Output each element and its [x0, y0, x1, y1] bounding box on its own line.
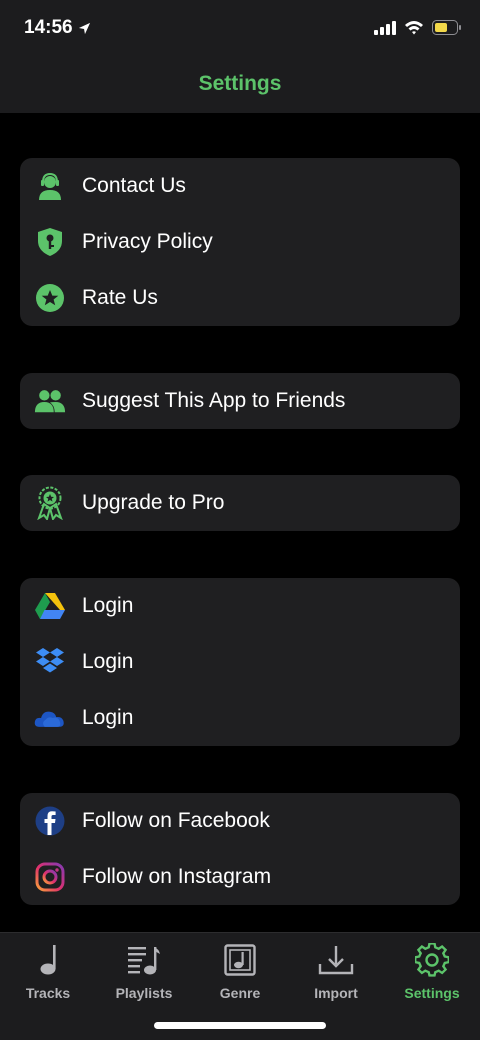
- onedrive-icon: [34, 702, 66, 734]
- upgrade-pro-row[interactable]: Upgrade to Pro: [20, 475, 460, 531]
- instagram-row[interactable]: Follow on Instagram: [20, 849, 460, 905]
- google-drive-icon: [34, 590, 66, 622]
- top-bar: 14:56 Settings: [0, 0, 480, 113]
- genre-icon: [192, 941, 288, 979]
- shield-key-icon: [34, 226, 66, 258]
- rate-us-row[interactable]: Rate Us: [20, 270, 460, 326]
- star-circle-icon: [34, 282, 66, 314]
- tab-import-label: Import: [314, 985, 358, 1001]
- clock-text: 14:56: [24, 17, 73, 38]
- suggest-app-row[interactable]: Suggest This App to Friends: [20, 373, 460, 429]
- contact-us-row[interactable]: Contact Us: [20, 158, 460, 214]
- people-icon: [34, 385, 66, 417]
- music-note-icon: [0, 941, 96, 979]
- contact-us-label: Contact Us: [82, 174, 186, 197]
- instagram-label: Follow on Instagram: [82, 865, 272, 888]
- social-group: Follow on Facebook Follow on Instagram: [20, 793, 460, 905]
- tab-settings-label: Settings: [404, 985, 460, 1001]
- facebook-label: Follow on Facebook: [82, 809, 270, 832]
- status-indicators: [374, 20, 462, 35]
- support-group: Contact Us Privacy Policy Rate Us: [20, 158, 460, 326]
- gear-icon: [384, 941, 480, 979]
- tab-genre-label: Genre: [219, 985, 261, 1001]
- facebook-row[interactable]: Follow on Facebook: [20, 793, 460, 849]
- signal-icon: [374, 20, 396, 35]
- wifi-icon: [405, 21, 423, 35]
- tab-playlists-label: Playlists: [115, 985, 173, 1001]
- tab-genre[interactable]: Genre: [192, 941, 288, 1001]
- dropbox-icon: [34, 646, 66, 678]
- tab-tracks[interactable]: Tracks: [0, 941, 96, 1001]
- tab-settings[interactable]: Settings: [384, 941, 480, 1001]
- tab-tracks-label: Tracks: [25, 985, 71, 1001]
- onedrive-login-label: Login: [82, 706, 134, 729]
- dropbox-login-label: Login: [82, 650, 134, 673]
- share-group: Suggest This App to Friends: [20, 373, 460, 429]
- cloud-login-group: Login Login Login: [20, 578, 460, 746]
- rate-us-label: Rate Us: [82, 286, 158, 309]
- import-icon: [288, 941, 384, 979]
- privacy-policy-label: Privacy Policy: [82, 230, 213, 253]
- battery-icon: [432, 20, 461, 35]
- onedrive-login-row[interactable]: Login: [20, 690, 460, 746]
- home-indicator: [154, 1022, 326, 1029]
- award-badge-icon: [34, 486, 66, 520]
- google-drive-login-label: Login: [82, 594, 134, 617]
- status-time: 14:56: [24, 17, 91, 39]
- facebook-icon: [34, 805, 66, 837]
- support-agent-icon: [34, 170, 66, 202]
- suggest-app-label: Suggest This App to Friends: [82, 389, 346, 412]
- location-arrow-icon: [78, 22, 90, 34]
- tab-playlists[interactable]: Playlists: [96, 941, 192, 1001]
- tab-import[interactable]: Import: [288, 941, 384, 1001]
- upgrade-pro-label: Upgrade to Pro: [82, 491, 225, 514]
- pro-group: Upgrade to Pro: [20, 475, 460, 531]
- privacy-policy-row[interactable]: Privacy Policy: [20, 214, 460, 270]
- google-drive-login-row[interactable]: Login: [20, 578, 460, 634]
- dropbox-login-row[interactable]: Login: [20, 634, 460, 690]
- instagram-icon: [34, 861, 66, 893]
- page-title: Settings: [198, 72, 282, 95]
- playlist-icon: [96, 941, 192, 979]
